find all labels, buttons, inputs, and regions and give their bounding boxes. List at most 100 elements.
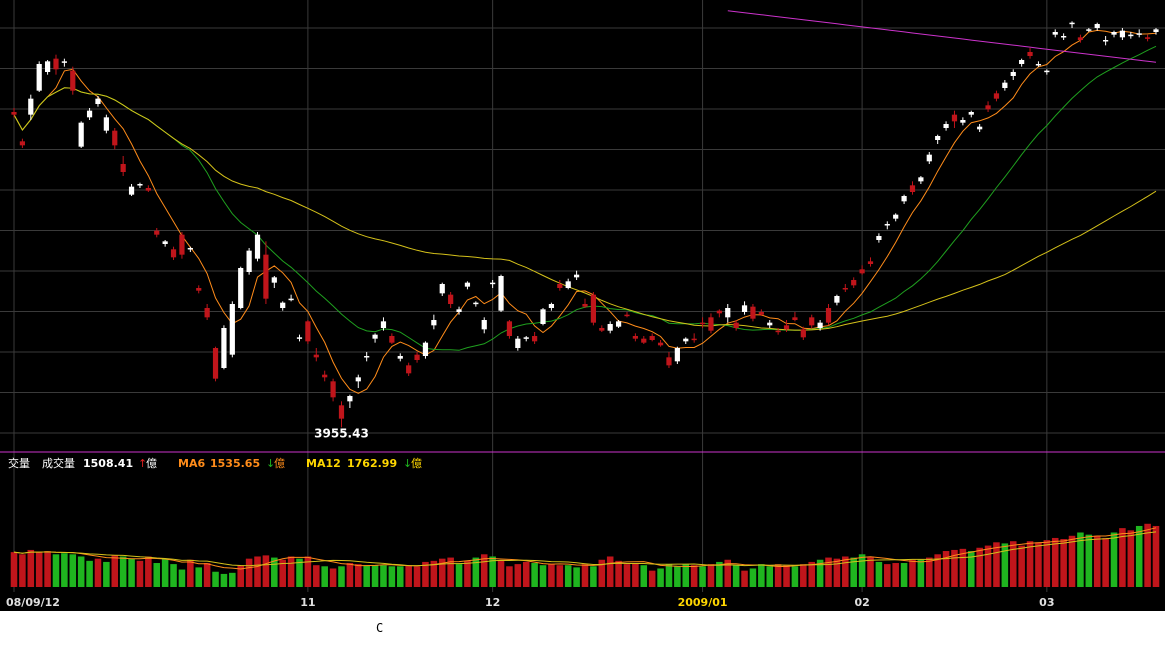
candle-body	[573, 274, 580, 278]
candle-body	[733, 322, 739, 328]
candle-body	[1144, 37, 1151, 39]
volume-bar	[732, 565, 740, 587]
volume-bar	[926, 557, 933, 587]
candle-body	[322, 374, 328, 378]
volume-bar	[10, 552, 18, 587]
candle-body	[229, 304, 235, 355]
volume-bar	[917, 559, 925, 587]
volume-bar	[1035, 542, 1042, 587]
volume-bar	[942, 551, 950, 587]
volume-bar	[153, 563, 161, 587]
candle-body	[498, 276, 504, 311]
volume-bar	[338, 566, 345, 587]
x-tick-label: 08/09/12	[6, 596, 60, 609]
candle-body	[800, 329, 806, 338]
candle-body	[1136, 33, 1142, 35]
x-tick-label: 2009/01	[678, 596, 728, 609]
candle-body	[968, 112, 974, 115]
volume-bar	[707, 564, 715, 587]
candle-body	[615, 321, 622, 327]
volume-bar	[858, 554, 866, 587]
volume-bar	[1043, 540, 1051, 587]
volume-bar	[413, 566, 421, 587]
volume-bar	[514, 564, 522, 587]
volume-bar	[1018, 545, 1025, 587]
candle-body	[523, 337, 529, 339]
volume-unit: 億	[146, 457, 157, 470]
volume-bar	[136, 560, 144, 587]
volume-bar	[178, 569, 186, 587]
volume-bar	[699, 566, 706, 587]
candle-body	[1010, 72, 1016, 76]
candle-body	[825, 308, 832, 323]
candle-body	[943, 124, 949, 128]
candle-body	[179, 234, 185, 255]
volume-bar	[1001, 543, 1009, 587]
volume-bar	[363, 565, 370, 587]
candle-body	[414, 354, 420, 360]
volume-bar	[262, 555, 270, 587]
candle-body	[1061, 36, 1067, 38]
ma12-unit: 億	[411, 457, 422, 470]
candle-body	[708, 317, 714, 331]
candle-body	[674, 348, 680, 362]
volume-bar	[103, 561, 110, 587]
candle-body	[11, 112, 17, 115]
candle-body	[364, 356, 370, 358]
volume-bar	[1051, 537, 1059, 587]
candle-body	[305, 321, 311, 342]
candle-body	[893, 214, 899, 219]
volume-bar	[522, 561, 530, 587]
volume-bar	[44, 551, 51, 587]
candle-body	[1094, 24, 1100, 28]
ma6-value: 1535.65	[210, 457, 260, 470]
candle-body	[490, 282, 496, 285]
volume-bar	[640, 565, 648, 587]
volume-bar	[203, 563, 211, 587]
candle-body	[128, 186, 135, 195]
volume-bar	[455, 564, 463, 587]
volume-bar	[119, 556, 127, 587]
candle-body	[372, 334, 378, 339]
chart-canvas: 3955.43 交量 成交量 1508.41 ↑ 億 MA6 1535.65 ↓…	[0, 0, 1165, 641]
candle-body	[716, 310, 722, 314]
candle-body	[271, 277, 277, 283]
volume-bar	[900, 563, 908, 587]
candle-body	[1111, 32, 1117, 35]
candle-body	[19, 141, 26, 146]
candle-body	[750, 306, 756, 319]
candle-body	[1044, 70, 1050, 73]
ma6-unit: 億	[274, 457, 285, 470]
candle-body	[876, 236, 882, 240]
candle-body	[212, 348, 219, 379]
volume-bar	[556, 565, 564, 587]
volume-bar	[581, 564, 589, 587]
candle-body	[120, 164, 126, 172]
volume-bar	[783, 565, 790, 587]
candle-body	[86, 110, 93, 118]
volume-bar	[212, 571, 219, 587]
volume-bar	[682, 564, 690, 587]
volume-bar	[61, 553, 68, 587]
candle-body	[851, 280, 857, 286]
volume-bar	[1127, 530, 1135, 587]
candle-body	[1052, 32, 1058, 35]
volume-bar	[220, 573, 228, 587]
candle-body	[590, 294, 597, 323]
candle-body	[951, 114, 958, 122]
candle-body	[901, 196, 907, 202]
candle-body	[632, 336, 638, 339]
candle-body	[389, 336, 395, 343]
candle-body	[960, 120, 966, 123]
volume-bar	[1060, 539, 1067, 587]
volume-bar	[1093, 535, 1101, 587]
candle-body	[817, 322, 823, 328]
volume-bar	[19, 554, 26, 587]
volume-bar	[254, 556, 261, 587]
candle-body	[187, 248, 193, 250]
volume-bar	[329, 568, 337, 587]
volume-label: 成交量	[42, 456, 75, 470]
candle-body	[641, 338, 647, 343]
candle-body	[985, 105, 991, 110]
candle-body	[330, 381, 336, 398]
